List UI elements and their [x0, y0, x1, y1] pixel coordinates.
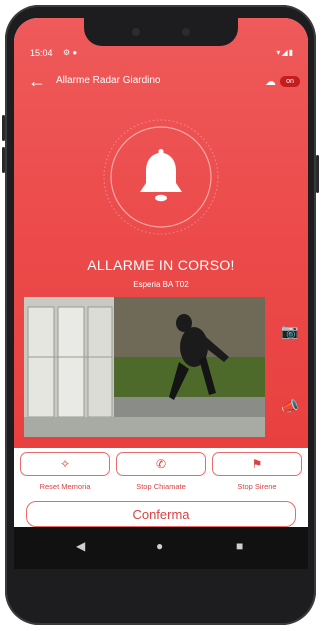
system-nav-bar: ◀ ● ■: [14, 527, 308, 569]
status-time: 15:04: [30, 48, 53, 58]
notch: [84, 18, 238, 46]
stop-calls-label: Stop Chiamate: [136, 482, 186, 491]
alarm-subtitle: Esperia BA T02: [133, 280, 189, 289]
confirm-button[interactable]: Conferma: [26, 501, 296, 527]
status-badge[interactable]: on: [280, 76, 300, 87]
bell-icon: [140, 149, 182, 202]
camera-icon[interactable]: 📷: [281, 323, 298, 340]
nav-home-button[interactable]: ●: [156, 539, 163, 553]
reset-memory-icon: ✧: [59, 457, 71, 471]
bell-emblem: [102, 118, 220, 236]
power-button: [316, 155, 319, 193]
camera-dot: [182, 28, 190, 36]
reset-memory-label: Reset Memoria: [39, 482, 91, 491]
nav-recent-button[interactable]: ■: [236, 539, 243, 553]
app-bar: ← Allarme Radar Giardino ☁ on: [14, 70, 308, 96]
stop-calls-button[interactable]: ✆: [116, 452, 206, 476]
camera-video-feed[interactable]: [24, 297, 265, 437]
alarm-title: ALLARME IN CORSO!: [87, 257, 235, 273]
arrow-left-icon[interactable]: ←: [28, 70, 46, 92]
volume-down-button: [2, 147, 5, 173]
page-title: Allarme Radar Giardino: [56, 75, 161, 86]
status-bar: 15:04 ⚙ ● ▾◢▮: [30, 48, 294, 62]
stop-calls-icon: ✆: [155, 457, 167, 471]
status-left-icons: ⚙ ●: [63, 48, 78, 57]
reset-memory-button[interactable]: ✧: [20, 452, 110, 476]
megaphone-icon[interactable]: 📣: [281, 398, 298, 415]
cloud-icon[interactable]: ☁: [265, 75, 276, 88]
stop-siren-icon: ⚑: [251, 457, 263, 471]
volume-up-button: [2, 115, 5, 141]
status-right-icons: ▾◢▮: [276, 48, 294, 57]
screen: 15:04 ⚙ ● ▾◢▮ ← Allarme Radar Giardino ☁…: [14, 18, 308, 566]
sensor-dot: [132, 28, 140, 36]
stop-siren-button[interactable]: ⚑: [212, 452, 302, 476]
stop-siren-label: Stop Sirene: [237, 482, 277, 491]
nav-back-button[interactable]: ◀: [76, 539, 85, 553]
